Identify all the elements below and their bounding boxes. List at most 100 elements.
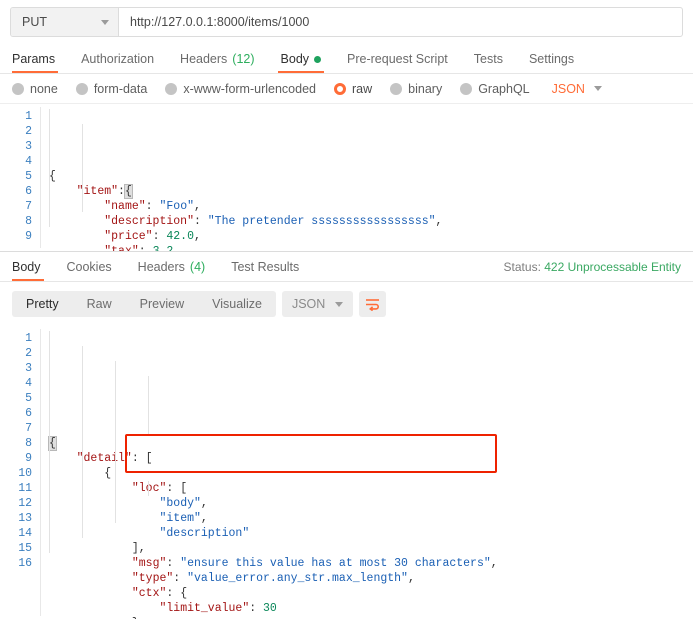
view-mode-visualize-label: Visualize [212, 297, 262, 311]
tab-body-label: Body [281, 52, 310, 66]
response-status: Status: 422 Unprocessable Entity [504, 260, 681, 281]
body-type-raw[interactable]: raw [334, 82, 372, 96]
radio-icon [165, 83, 177, 95]
request-editor-line-numbers: 123456789 [0, 104, 40, 251]
view-mode-preview[interactable]: Preview [126, 291, 198, 317]
indent-guide [148, 376, 149, 436]
code-line: "name": "Foo", [49, 199, 693, 214]
code-line: "price": 42.0, [49, 229, 693, 244]
request-url-input[interactable] [119, 8, 682, 36]
response-editor-line-numbers: 12345678910111213141516 [0, 326, 40, 619]
raw-format-select[interactable]: JSON [552, 82, 602, 96]
indent-guide [82, 346, 83, 538]
tab-settings-label: Settings [529, 52, 574, 66]
line-number: 4 [0, 154, 32, 169]
line-number: 1 [0, 109, 32, 124]
tab-body[interactable]: Body [268, 52, 335, 73]
line-number: 7 [0, 199, 32, 214]
word-wrap-icon [365, 298, 380, 311]
view-mode-raw-label: Raw [87, 297, 112, 311]
response-tab-headers-label: Headers [138, 260, 185, 274]
radio-icon [460, 83, 472, 95]
body-type-form-data-label: form-data [94, 82, 148, 96]
radio-icon [390, 83, 402, 95]
http-method-select[interactable]: PUT [11, 8, 119, 36]
indent-guide [49, 331, 50, 553]
line-number: 3 [0, 139, 32, 154]
indent-guide [49, 109, 50, 227]
line-number: 1 [0, 331, 32, 346]
code-line: { [49, 169, 693, 184]
status-badge: 422 Unprocessable Entity [544, 260, 681, 274]
tab-headers-count: (12) [232, 52, 254, 66]
line-number: 5 [0, 391, 32, 406]
body-type-graphql-label: GraphQL [478, 82, 529, 96]
line-number: 8 [0, 436, 32, 451]
response-body-code[interactable]: { "detail": [ { "loc": [ "body", "item",… [41, 326, 693, 619]
code-line: "description" [49, 526, 693, 541]
code-line: "tax": 3.2 [49, 244, 693, 251]
line-number: 10 [0, 466, 32, 481]
line-number: 4 [0, 376, 32, 391]
tab-tests-label: Tests [474, 52, 503, 66]
code-line: "detail": [ [49, 451, 693, 466]
tab-headers[interactable]: Headers (12) [167, 52, 267, 73]
chevron-down-icon [101, 20, 109, 25]
tab-headers-label: Headers [180, 52, 227, 66]
body-type-urlencoded-label: x-www-form-urlencoded [183, 82, 316, 96]
view-mode-pretty-label: Pretty [26, 297, 59, 311]
line-number: 8 [0, 214, 32, 229]
response-tab-cookies[interactable]: Cookies [54, 260, 125, 281]
body-type-urlencoded[interactable]: x-www-form-urlencoded [165, 82, 316, 96]
code-line: "type": "value_error.any_str.max_length"… [49, 571, 693, 586]
code-line: ], [49, 541, 693, 556]
word-wrap-button[interactable] [359, 291, 386, 317]
response-tab-body-label: Body [12, 260, 41, 274]
line-number: 9 [0, 451, 32, 466]
radio-icon [76, 83, 88, 95]
line-number: 11 [0, 481, 32, 496]
indent-guide [82, 124, 83, 212]
body-type-binary-label: binary [408, 82, 442, 96]
line-number: 14 [0, 526, 32, 541]
tab-settings[interactable]: Settings [516, 52, 587, 73]
body-type-binary[interactable]: binary [390, 82, 442, 96]
body-type-form-data[interactable]: form-data [76, 82, 148, 96]
response-tab-test-results-label: Test Results [231, 260, 299, 274]
body-type-selector: none form-data x-www-form-urlencoded raw… [0, 74, 693, 104]
code-line: "ctx": { [49, 586, 693, 601]
response-toolbar: Pretty Raw Preview Visualize JSON [0, 282, 693, 326]
chevron-down-icon [594, 86, 602, 91]
response-tab-bar: Body Cookies Headers (4) Test Results St… [0, 252, 693, 282]
url-bar-group: PUT [10, 7, 683, 37]
body-type-graphql[interactable]: GraphQL [460, 82, 529, 96]
response-tab-headers[interactable]: Headers (4) [125, 260, 219, 281]
response-tab-test-results[interactable]: Test Results [218, 260, 312, 281]
view-mode-pretty[interactable]: Pretty [12, 291, 73, 317]
url-bar: PUT [0, 0, 693, 44]
tab-authorization[interactable]: Authorization [68, 52, 167, 73]
response-tab-body[interactable]: Body [12, 260, 54, 281]
tab-pre-request-script[interactable]: Pre-request Script [334, 52, 461, 73]
response-format-select[interactable]: JSON [282, 291, 353, 317]
code-line: "item", [49, 511, 693, 526]
line-number: 2 [0, 124, 32, 139]
view-mode-visualize[interactable]: Visualize [198, 291, 276, 317]
response-body-viewer[interactable]: 12345678910111213141516 { "detail": [ { … [0, 326, 693, 619]
code-line: "limit_value": 30 [49, 601, 693, 616]
line-number: 16 [0, 556, 32, 571]
line-number: 5 [0, 169, 32, 184]
http-method-label: PUT [22, 15, 47, 29]
body-type-none[interactable]: none [12, 82, 58, 96]
code-line: "msg": "ensure this value has at most 30… [49, 556, 693, 571]
code-line: "item":{ [49, 184, 693, 199]
request-body-editor[interactable]: 123456789 { "item":{ "name": "Foo", "des… [0, 104, 693, 252]
postman-window: PUT Params Authorization Headers (12) Bo… [0, 0, 693, 619]
tab-params[interactable]: Params [12, 52, 68, 73]
indent-guide [115, 361, 116, 523]
line-number: 6 [0, 406, 32, 421]
tab-tests[interactable]: Tests [461, 52, 516, 73]
view-mode-raw[interactable]: Raw [73, 291, 126, 317]
indent-guide [148, 481, 149, 496]
request-body-code[interactable]: { "item":{ "name": "Foo", "description":… [41, 104, 693, 251]
